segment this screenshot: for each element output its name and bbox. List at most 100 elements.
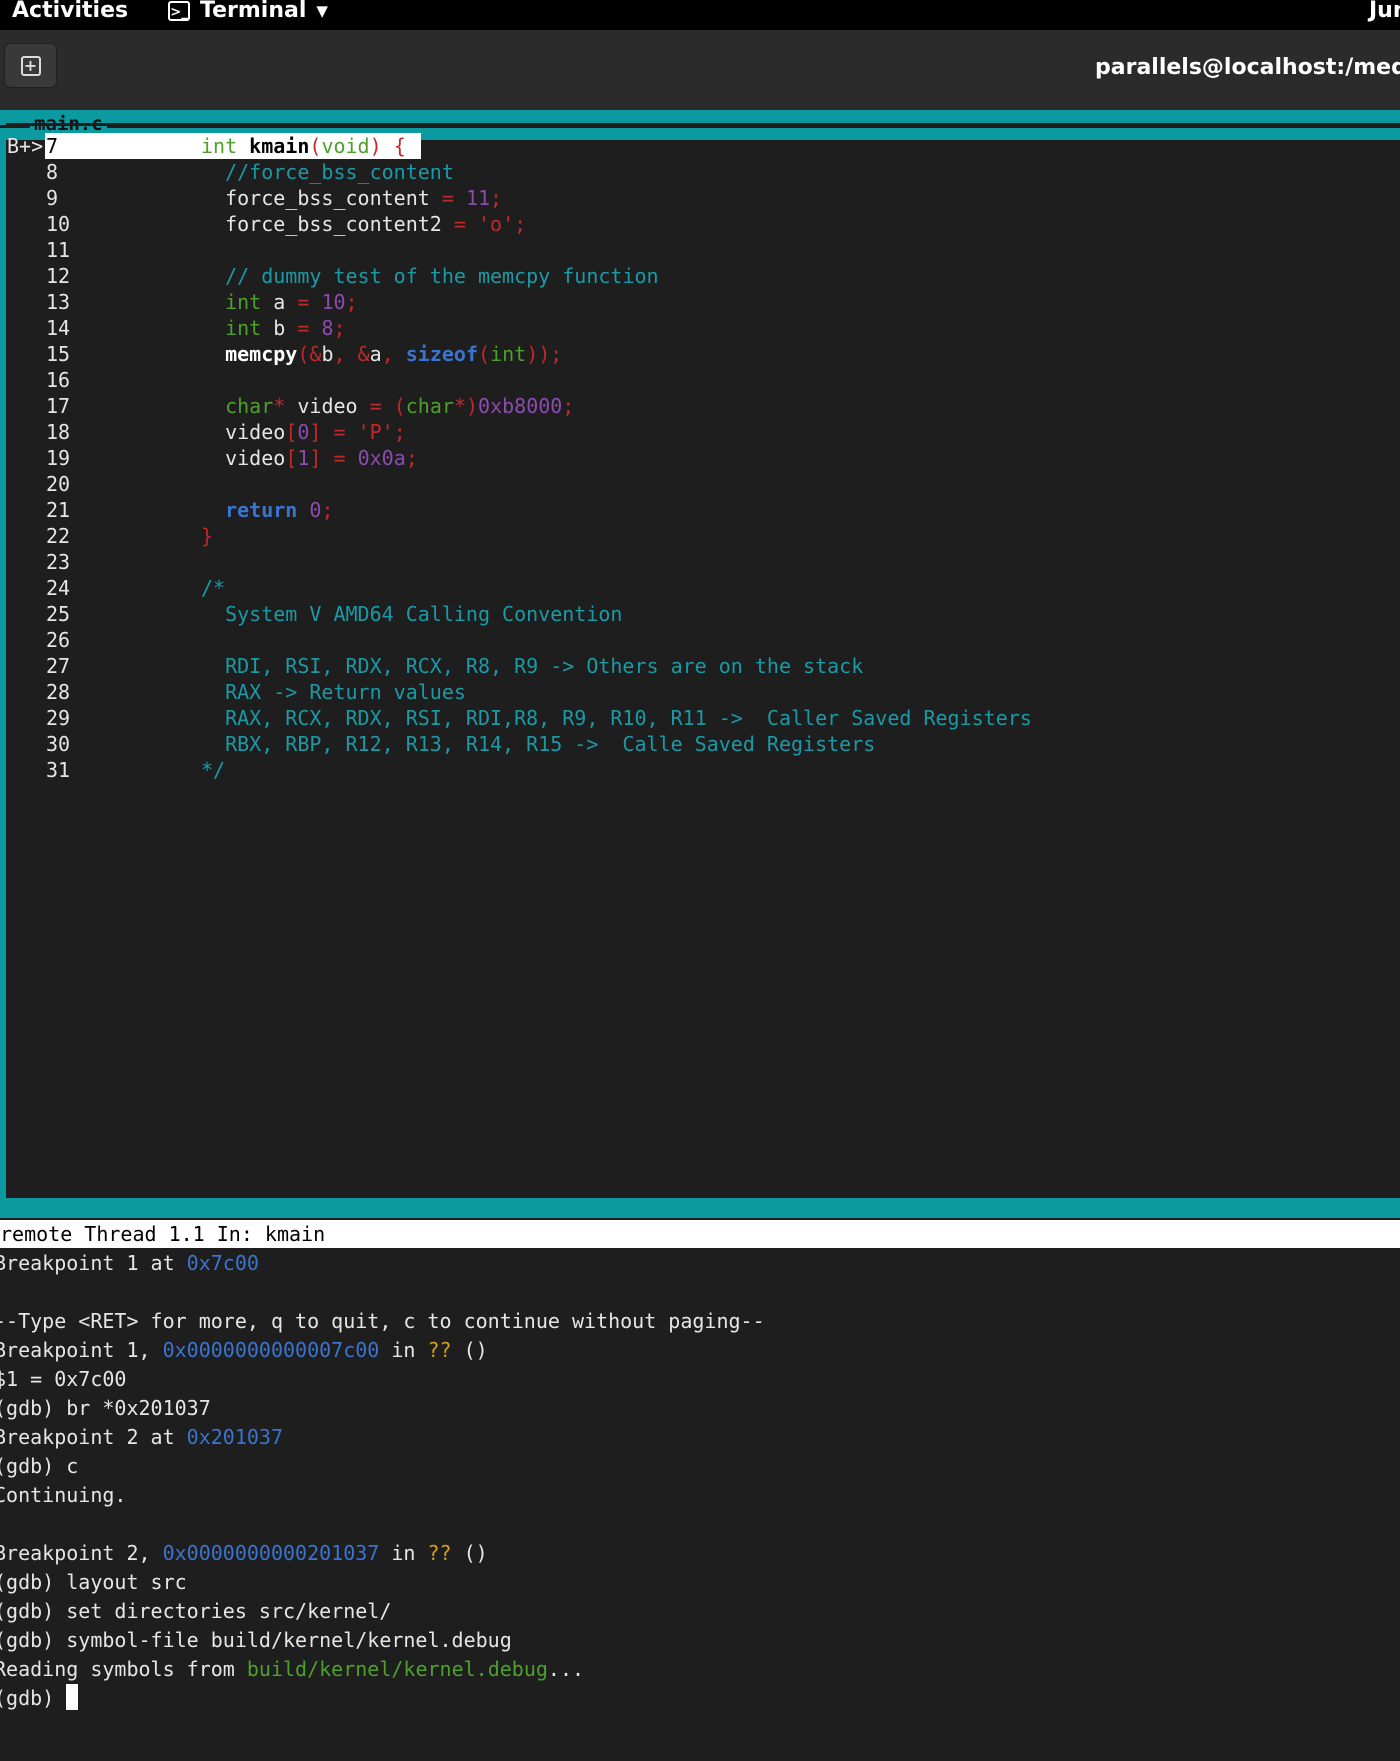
line-number: 7	[46, 134, 59, 158]
line-code: char* video = (char*)0xb8000;	[225, 394, 575, 418]
line-number: 26	[46, 628, 71, 652]
line-number: 24	[46, 576, 71, 600]
source-line: 24 /*	[6, 574, 1396, 603]
line-code: int a = 10;	[225, 290, 358, 314]
line-number: 27	[46, 654, 71, 678]
console-text: Breakpoint 1 at	[0, 1251, 187, 1275]
terminal-icon: >_	[168, 0, 190, 21]
source-line: 9 force_bss_content = 11;	[6, 184, 1396, 213]
source-code-area[interactable]: B+> 7 int kmain(void) {8 //force_bss_conte…	[6, 123, 1400, 1198]
caret-down-icon: ▼	[316, 1, 328, 20]
line-code: int kmain(void) {	[201, 134, 406, 158]
line-number: 22	[46, 524, 71, 548]
console-text: Reading symbols from	[0, 1657, 247, 1681]
console-line: --Type <RET> for more, q to quit, c to c…	[0, 1307, 1394, 1336]
console-text: $1 = 0x7c00	[0, 1367, 127, 1391]
console-text: Breakpoint 2,	[0, 1541, 163, 1565]
console-text: (gdb)	[0, 1686, 67, 1710]
terminal-header-bar: + parallels@localhost:/media/	[0, 30, 1400, 111]
source-line: 14 int b = 8;	[6, 314, 1396, 343]
line-code: memcpy(&b, &a, sizeof(int));	[225, 342, 563, 366]
app-menu[interactable]: >_ Terminal ▼	[168, 0, 328, 23]
line-code: }	[201, 524, 214, 548]
console-line: (gdb)	[0, 1684, 1394, 1713]
gdb-status-line: remote Thread 1.1 In: kmain	[0, 1220, 1400, 1248]
console-line: (gdb) c	[0, 1452, 1394, 1481]
source-line: 30 RBX, RBP, R12, R13, R14, R15 -> Calle…	[6, 730, 1396, 759]
breakpoint-marker: B+>	[7, 134, 44, 158]
terminal-cursor	[66, 1684, 79, 1710]
source-line: 23	[6, 548, 1396, 577]
source-line: 12 // dummy test of the memcpy function	[6, 262, 1396, 291]
source-line: 26	[6, 626, 1396, 655]
console-line: Breakpoint 1, 0x0000000000007c00 in ?? (…	[0, 1336, 1394, 1365]
line-code: // dummy test of the memcpy function	[225, 264, 659, 288]
line-number: 9	[46, 186, 59, 210]
console-line: Breakpoint 2, 0x0000000000201037 in ?? (…	[0, 1539, 1394, 1568]
line-number: 28	[46, 680, 71, 704]
window-title: parallels@localhost:/media/	[1095, 55, 1400, 80]
console-text: ()	[451, 1338, 488, 1362]
line-number: 11	[46, 238, 71, 262]
source-line: 28 RAX -> Return values	[6, 678, 1396, 707]
line-number: 29	[46, 706, 71, 730]
line-number: 17	[46, 394, 71, 418]
line-number: 25	[46, 602, 71, 626]
new-tab-button[interactable]: +	[4, 43, 57, 88]
line-code: /*	[201, 576, 226, 600]
console-text: in	[379, 1338, 428, 1362]
source-window: main.c B+> 7 int kmain(void) {8 //force_bs…	[0, 110, 1400, 1218]
line-number: 30	[46, 732, 71, 756]
console-line: Breakpoint 1 at 0x7c00	[0, 1249, 1394, 1278]
line-number: 19	[46, 446, 71, 470]
console-text: --Type <RET> for more, q to quit, c to c…	[0, 1309, 765, 1333]
source-line: 27 RDI, RSI, RDX, RCX, R8, R9 -> Others …	[6, 652, 1396, 681]
line-code: RAX, RCX, RDX, RSI, RDI,R8, R9, R10, R11…	[201, 706, 1032, 730]
line-number: 14	[46, 316, 71, 340]
source-line: 17 char* video = (char*)0xb8000;	[6, 392, 1396, 421]
line-code: RBX, RBP, R12, R13, R14, R15 -> Calle Sa…	[201, 732, 876, 756]
line-code: //force_bss_content	[225, 160, 454, 184]
console-address: 0x201037	[186, 1425, 283, 1449]
line-code: force_bss_content = 11;	[225, 186, 503, 210]
source-line: 10 force_bss_content2 = 'o';	[6, 210, 1396, 239]
clock[interactable]: Jun	[1369, 0, 1400, 23]
line-number: 18	[46, 420, 71, 444]
console-text: (gdb) layout src	[0, 1570, 187, 1594]
console-text: (gdb) set directories src/kernel/	[0, 1599, 392, 1623]
source-line: 8 //force_bss_content	[6, 158, 1396, 187]
console-text: Breakpoint 1,	[0, 1338, 163, 1362]
console-line: (gdb) br *0x201037	[0, 1394, 1394, 1423]
console-line: Reading symbols from build/kernel/kernel…	[0, 1655, 1394, 1684]
line-code: System V AMD64 Calling Convention	[201, 602, 623, 626]
source-line: 18 video[0] = 'P';	[6, 418, 1396, 447]
line-code: RDI, RSI, RDX, RCX, R8, R9 -> Others are…	[201, 654, 864, 678]
line-number: 31	[46, 758, 71, 782]
console-text: ...	[547, 1657, 585, 1681]
console-unknown: ??	[427, 1541, 452, 1565]
console-text: ()	[451, 1541, 488, 1565]
console-address: 0x0000000000201037	[162, 1541, 380, 1565]
source-line: 13 int a = 10;	[6, 288, 1396, 317]
current-source-line: B+> 7 int kmain(void) {	[6, 132, 1396, 161]
console-line: (gdb) layout src	[0, 1568, 1394, 1597]
source-line: 25 System V AMD64 Calling Convention	[6, 600, 1396, 629]
console-text: Continuing.	[0, 1483, 127, 1507]
source-line: 15 memcpy(&b, &a, sizeof(int));	[6, 340, 1396, 369]
line-code: RAX -> Return values	[201, 680, 466, 704]
console-line: Breakpoint 2 at 0x201037	[0, 1423, 1394, 1452]
console-text: (gdb) symbol-file build/kernel/kernel.de…	[0, 1628, 512, 1652]
line-number: 15	[46, 342, 71, 366]
line-number: 21	[46, 498, 71, 522]
gdb-console[interactable]: Breakpoint 1 at 0x7c00 --Type <RET> for m…	[0, 1249, 1400, 1713]
source-line: 22}	[6, 522, 1396, 551]
line-code: int b = 8;	[225, 316, 346, 340]
source-line: 19 video[1] = 0x0a;	[6, 444, 1396, 473]
line-code: video[1] = 0x0a;	[225, 446, 418, 470]
source-line: 11	[6, 236, 1396, 265]
console-line: (gdb) set directories src/kernel/	[0, 1597, 1394, 1626]
console-line: (gdb) symbol-file build/kernel/kernel.de…	[0, 1626, 1394, 1655]
activities-button[interactable]: Activities	[12, 0, 128, 23]
